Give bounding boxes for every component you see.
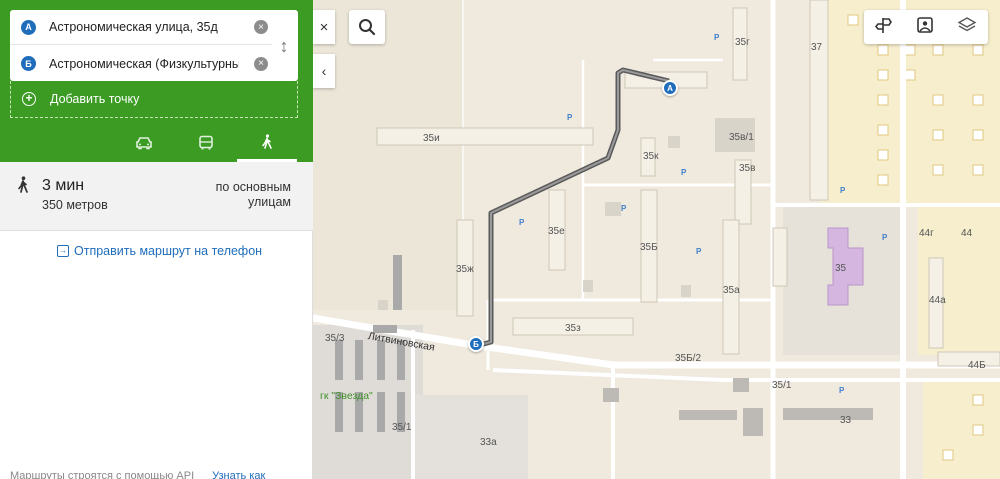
api-footer-text: Маршруты строятся с помощью API xyxy=(10,470,195,479)
building-label: 35Б xyxy=(640,242,658,253)
building-label: 44Б xyxy=(968,360,986,371)
building-label: 35з xyxy=(565,323,581,334)
route-road-type: по основным улицам xyxy=(215,180,291,209)
transport-modes xyxy=(0,124,313,162)
pedestrian-icon xyxy=(262,133,272,149)
building-label: 35 xyxy=(835,263,847,274)
building-label: 35ж xyxy=(456,264,474,275)
parking-icon: P xyxy=(681,168,687,177)
route-start-marker[interactable]: A xyxy=(662,80,678,96)
add-point-label: Добавить точку xyxy=(50,92,140,106)
clear-to-button[interactable]: × xyxy=(254,56,268,71)
car-icon xyxy=(136,137,152,150)
building-label: 44а xyxy=(929,295,946,306)
building-label: 44 xyxy=(961,228,973,239)
from-address[interactable]: Астрономическая улица, 35д xyxy=(49,20,239,34)
route-form: А Астрономическая улица, 35д × Б Астроно… xyxy=(0,0,313,162)
route-sign-icon[interactable] xyxy=(875,16,893,39)
walk-mode-tab[interactable] xyxy=(237,124,297,162)
chevron-left-icon: ‹ xyxy=(321,63,327,79)
pedestrian-icon xyxy=(16,176,30,199)
building-label: 35Б/2 xyxy=(675,353,702,364)
building-label: 35в/1 xyxy=(729,132,754,143)
parking-icon: P xyxy=(519,218,525,227)
bus-mode-tab[interactable] xyxy=(176,124,236,162)
building-label: 37 xyxy=(811,42,823,53)
point-b-marker: Б xyxy=(21,56,36,71)
search-button[interactable] xyxy=(349,10,385,44)
parking-icon: P xyxy=(567,113,573,122)
address-box: А Астрономическая улица, 35д × Б Астроно… xyxy=(10,10,298,81)
parking-icon: P xyxy=(714,33,720,42)
send-to-phone-link[interactable]: → Отправить маршрут на телефон xyxy=(57,244,262,258)
building-label: 35/1 xyxy=(392,422,412,433)
api-footer: Маршруты строятся с помощью API Узнать ка… xyxy=(10,470,265,479)
building-label: 44г xyxy=(919,228,934,239)
send-to-phone-label: Отправить маршрут на телефон xyxy=(74,244,263,258)
map-tools xyxy=(864,10,988,44)
layers-icon[interactable] xyxy=(957,16,977,39)
close-icon: × xyxy=(319,18,329,36)
bus-icon xyxy=(199,135,213,150)
building-label: 35г xyxy=(735,37,750,48)
close-route-button[interactable]: × xyxy=(313,10,335,44)
search-icon xyxy=(359,19,376,36)
collapse-panel-button[interactable]: ‹ xyxy=(313,54,335,88)
parking-icon: P xyxy=(839,386,845,395)
building-label: 35к xyxy=(643,151,659,162)
route-end-marker[interactable]: Б xyxy=(468,336,484,352)
swap-icon[interactable]: ↕ xyxy=(277,34,291,58)
parking-icon: P xyxy=(882,233,888,242)
route-duration: 3 мин xyxy=(42,177,85,194)
to-row[interactable]: Б Астрономическая (Физкультурный × xyxy=(10,46,272,81)
route-result[interactable]: 3 мин 350 метров по основным улицам xyxy=(0,162,313,231)
map-layer xyxy=(313,0,1000,479)
phone-share-icon: → xyxy=(57,245,69,257)
garage-label: гк "Звезда" xyxy=(320,390,373,402)
building-label: 35/1 xyxy=(772,380,792,391)
route-distance: 350 метров xyxy=(42,198,108,212)
building-label: 35в xyxy=(739,163,756,174)
parking-icon: P xyxy=(840,186,846,195)
from-row[interactable]: А Астрономическая улица, 35д × xyxy=(10,10,272,45)
add-point-button[interactable]: + Добавить точку xyxy=(10,81,298,118)
parking-icon: P xyxy=(621,204,627,213)
building-label: 35а xyxy=(723,285,740,296)
building-label: 35/3 xyxy=(325,333,345,344)
clear-from-button[interactable]: × xyxy=(254,20,268,34)
panorama-icon[interactable] xyxy=(916,16,934,39)
to-address[interactable]: Астрономическая (Физкультурный xyxy=(49,57,239,71)
plus-circle-icon: + xyxy=(22,92,36,106)
parking-icon: P xyxy=(696,247,702,256)
building-label: 35е xyxy=(548,226,565,237)
car-mode-tab[interactable] xyxy=(114,124,174,162)
route-panel: А Астрономическая улица, 35д × Б Астроно… xyxy=(0,0,313,479)
building-label: 35и xyxy=(423,133,440,144)
point-a-marker: А xyxy=(21,19,36,35)
app-root: А Астрономическая улица, 35д × Б Астроно… xyxy=(0,0,1000,479)
building-label: 33а xyxy=(480,437,497,448)
building-label: 33 xyxy=(840,415,852,426)
api-footer-link[interactable]: Узнать как xyxy=(212,470,265,479)
map-canvas[interactable]: 35г 37 35и 35в/1 35к 35в 35е 35Б 35ж 35а… xyxy=(313,0,1000,479)
